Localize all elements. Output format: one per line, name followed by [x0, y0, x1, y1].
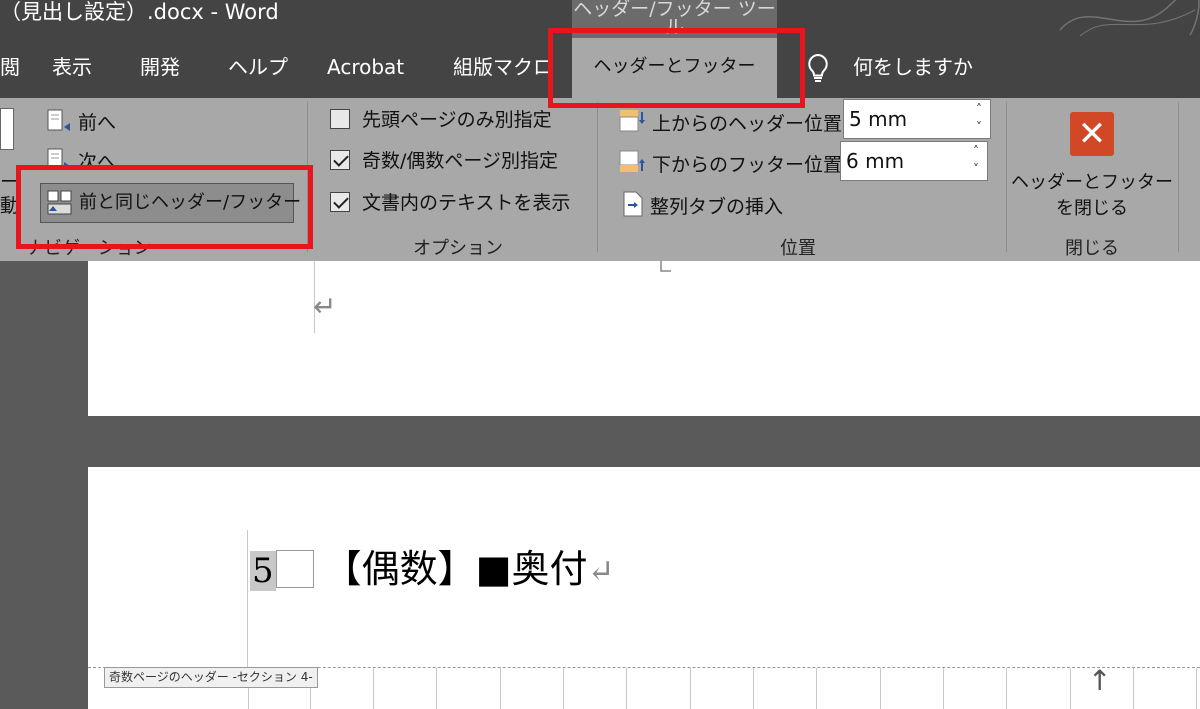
group-separator [1178, 102, 1179, 252]
highlight-link-to-previous [16, 165, 313, 249]
goto-header-button-partial[interactable] [0, 108, 14, 150]
corner-mark-icon [660, 261, 671, 272]
heading-number: 5 [250, 551, 276, 591]
footer-from-bottom-label: 下からのフッター位置: [652, 154, 849, 176]
heading-paragraph[interactable]: 5 【偶数】■奥付↵ [250, 540, 614, 600]
close-header-footer-button[interactable]: ✕ ヘッダーとフッター を閉じる [1010, 104, 1174, 224]
insert-alignment-tab-label: 整列タブの挿入 [650, 196, 784, 218]
group-separator [597, 102, 598, 252]
different-first-page-label: 先頭ページのみ別指定 [362, 109, 552, 131]
footer-position-icon [619, 150, 645, 172]
show-document-text-checkbox[interactable]: 文書内のテキストを表示 [330, 191, 570, 215]
paragraph-mark: ↵ [587, 552, 615, 590]
heading-text: 【偶数】■奥付 [323, 547, 588, 591]
header-from-top-label: 上からのヘッダー位置: [652, 113, 849, 135]
footer-from-bottom-label-row: 下からのフッター位置: [618, 149, 848, 177]
header-section-tag: 奇数ページのヘッダー -セクション 4- [104, 667, 318, 688]
header-from-top-label-row: 上からのヘッダー位置: [618, 108, 848, 136]
header-position-icon [619, 110, 645, 132]
document-page-previous [88, 261, 1200, 416]
close-button-label-line1: ヘッダーとフッター [1011, 172, 1173, 193]
group-label-options: オプション [413, 238, 503, 259]
tab-view[interactable]: 表示 [52, 38, 92, 98]
tab-developer[interactable]: 開発 [140, 38, 180, 98]
heading-space-box [275, 550, 314, 588]
tab-typesetting-macro[interactable]: 組版マクロ [453, 38, 553, 98]
group-label-position: 位置 [780, 238, 816, 259]
spinner-arrows[interactable]: ˄ ˅ [965, 142, 987, 180]
document-gutter [0, 261, 88, 709]
tab-help[interactable]: ヘルプ [228, 38, 288, 98]
decorative-swirl-icon [1059, 0, 1200, 37]
close-button-label: ヘッダーとフッター を閉じる [1010, 170, 1174, 222]
previous-button[interactable]: 前へ [46, 109, 116, 135]
tell-me-label: 何をしますか [853, 55, 973, 79]
header-position-spinner[interactable]: 5 mm ˄ ˅ [843, 99, 991, 139]
highlight-tab-header-footer [548, 28, 805, 108]
tab-acrobat[interactable]: Acrobat [327, 38, 404, 98]
alignment-tab-icon [623, 191, 643, 217]
window-title: （見出し設定）.docx - Word [0, 0, 279, 24]
lightbulb-icon [808, 53, 828, 82]
close-icon: ✕ [1070, 112, 1114, 156]
spinner-arrows[interactable]: ˄ ˅ [968, 100, 990, 138]
footer-position-value: 6 mm [846, 149, 905, 173]
close-button-label-line2: を閉じる [1056, 198, 1128, 219]
header-position-value: 5 mm [849, 107, 908, 131]
group-label-close: 閉じる [1065, 238, 1119, 259]
previous-section-icon [47, 109, 70, 131]
up-arrow-icon: ↑ [1088, 664, 1112, 697]
previous-label: 前へ [78, 112, 117, 134]
different-odd-even-checkbox[interactable]: 奇数/偶数ページ別指定 [330, 149, 558, 173]
paragraph-mark: ↵ [313, 290, 337, 323]
different-odd-even-check[interactable] [330, 150, 350, 170]
margin-guide [247, 530, 248, 667]
insert-alignment-tab-button[interactable]: 整列タブの挿入 [622, 191, 783, 219]
different-odd-even-label: 奇数/偶数ページ別指定 [362, 150, 559, 172]
different-first-page-check[interactable] [330, 109, 350, 129]
show-document-text-check[interactable] [330, 192, 350, 212]
different-first-page-checkbox[interactable]: 先頭ページのみ別指定 [330, 108, 552, 132]
tab-review[interactable]: 閲 [0, 38, 20, 98]
show-document-text-label: 文書内のテキストを表示 [362, 192, 571, 214]
group-separator [1006, 102, 1007, 252]
footer-position-spinner[interactable]: 6 mm ˄ ˅ [840, 141, 988, 181]
